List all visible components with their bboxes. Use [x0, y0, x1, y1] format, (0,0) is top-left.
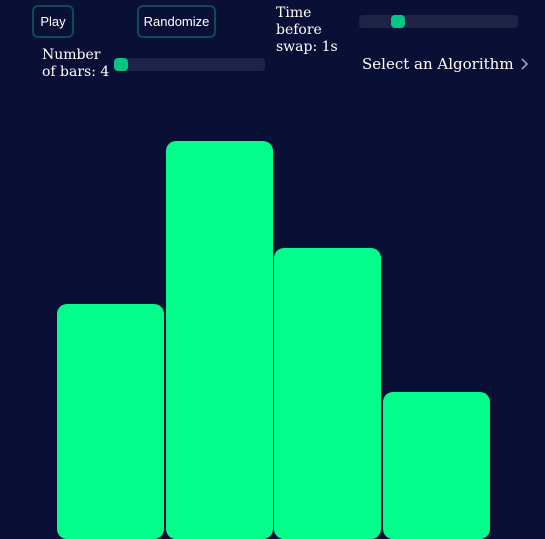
bars-slider-thumb[interactable]	[114, 58, 128, 71]
time-slider-thumb[interactable]	[390, 15, 405, 28]
number-of-bars-label: Number of bars: 4	[42, 47, 110, 80]
sort-bar-1	[57, 304, 164, 539]
chevron-right-icon	[520, 58, 528, 70]
time-before-swap-slider[interactable]	[359, 15, 518, 28]
sort-bar-3	[274, 248, 381, 539]
randomize-button[interactable]: Randomize	[137, 5, 216, 38]
sort-bar-4	[382, 392, 490, 539]
sort-bar-2	[165, 141, 273, 539]
play-button[interactable]: Play	[32, 5, 74, 38]
algorithm-select-label: Select an Algorithm	[362, 55, 514, 73]
number-of-bars-slider[interactable]	[114, 58, 265, 71]
time-before-swap-label: Time before swap: 1s	[276, 5, 338, 55]
algorithm-select[interactable]: Select an Algorithm	[362, 55, 529, 73]
